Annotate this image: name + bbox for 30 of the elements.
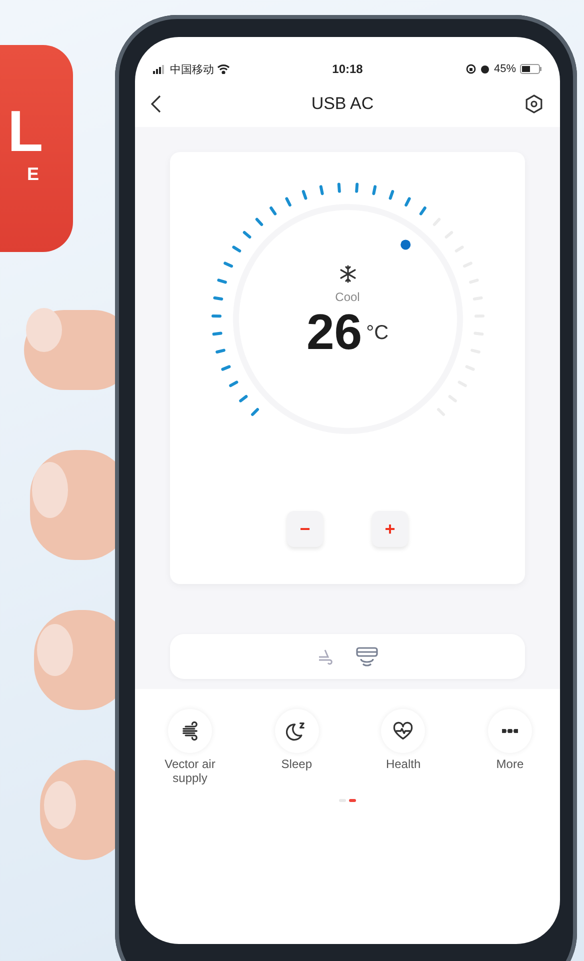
mode-label: Cool bbox=[335, 290, 360, 304]
more-icon bbox=[502, 729, 518, 733]
badge-letter: L bbox=[8, 103, 43, 161]
feature-label: Vector air supply bbox=[164, 757, 216, 785]
back-icon[interactable] bbox=[151, 95, 161, 113]
temperature-unit: °C bbox=[366, 322, 389, 345]
decrease-button[interactable]: − bbox=[287, 511, 323, 547]
heart-pulse-icon bbox=[392, 720, 414, 742]
carrier-name: 中国移动 bbox=[170, 62, 214, 76]
wifi-icon bbox=[217, 64, 230, 74]
wind-button[interactable] bbox=[168, 709, 212, 753]
more-button[interactable] bbox=[488, 709, 532, 753]
health-button[interactable] bbox=[381, 709, 426, 753]
battery-percent: 45% bbox=[494, 63, 516, 75]
badge-letter: E bbox=[26, 165, 39, 183]
snowflake-icon bbox=[338, 264, 358, 284]
status-time: 10:18 bbox=[331, 62, 364, 76]
air-conditioner-icon[interactable] bbox=[354, 646, 378, 668]
dial-handle[interactable] bbox=[400, 240, 410, 250]
signal-icon bbox=[153, 64, 167, 74]
sleep-button[interactable] bbox=[274, 709, 319, 753]
feature-label: Sleep bbox=[281, 757, 312, 771]
temperature-value: 26 bbox=[306, 306, 362, 358]
settings-icon[interactable] bbox=[524, 94, 544, 114]
increase-button[interactable]: + bbox=[372, 511, 408, 547]
page-title: USB AC bbox=[311, 94, 374, 114]
feature-label: Health bbox=[386, 757, 421, 771]
lock-rotation-icon bbox=[466, 64, 476, 74]
feature-label: More bbox=[496, 757, 524, 771]
battery-icon bbox=[520, 64, 542, 74]
